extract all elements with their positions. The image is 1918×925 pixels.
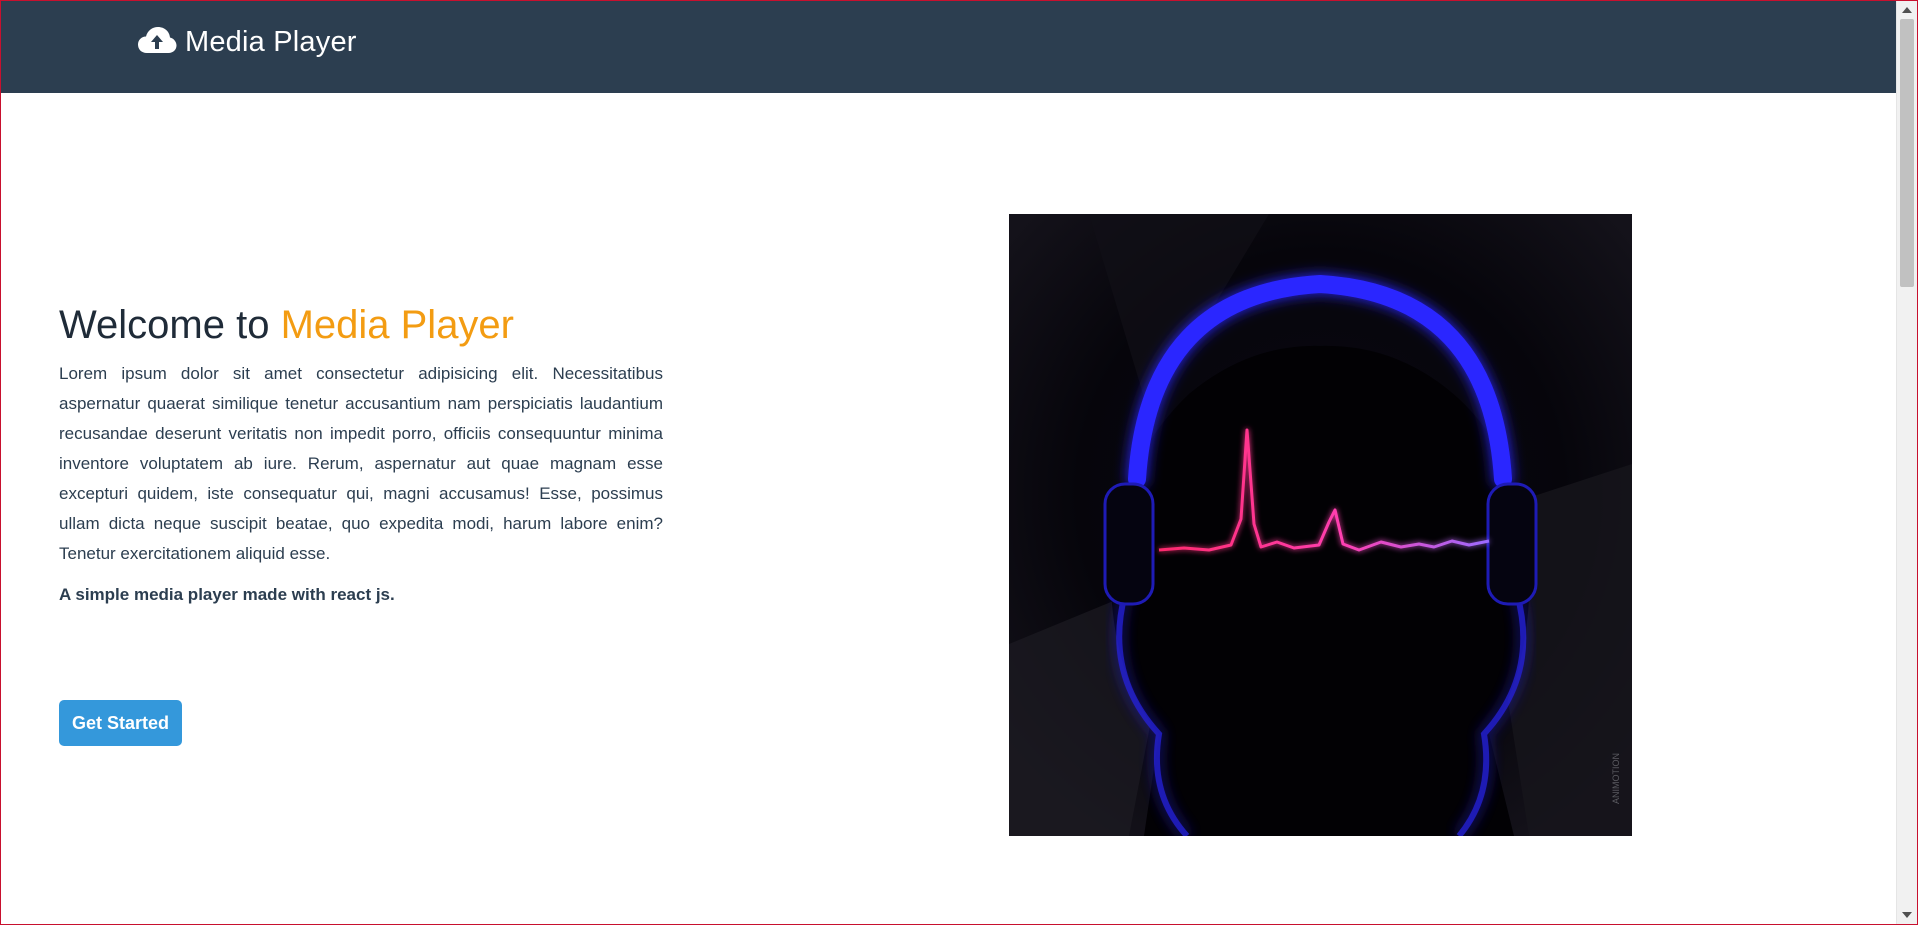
illustration-svg: ANIMOTION [1009, 214, 1632, 836]
get-started-button[interactable]: Get Started [59, 700, 182, 746]
head-silhouette [1111, 345, 1530, 836]
scroll-up-arrow-icon[interactable] [1902, 7, 1912, 13]
hero-content: Welcome to Media Player Lorem ipsum dolo… [59, 297, 663, 605]
page-scrollbar[interactable] [1896, 1, 1917, 924]
hero-title: Welcome to Media Player [59, 297, 663, 353]
hero-tagline: A simple media player made with react js… [59, 585, 395, 604]
scroll-down-arrow-icon[interactable] [1902, 912, 1912, 918]
headphones-heartbeat-illustration: ANIMOTION [1009, 214, 1632, 836]
right-earcup [1486, 482, 1538, 606]
brand-link[interactable]: Media Player [137, 25, 357, 59]
cloud-upload-icon [137, 25, 177, 59]
navbar: Media Player [1, 1, 1898, 93]
hero-title-accent: Media Player [280, 303, 514, 347]
left-earcup [1103, 482, 1155, 606]
brand-title: Media Player [185, 25, 357, 58]
hero-title-prefix: Welcome to [59, 303, 281, 347]
scrollbar-thumb[interactable] [1900, 19, 1914, 287]
hero-description: Lorem ipsum dolor sit amet consectetur a… [59, 364, 663, 563]
illustration-watermark: ANIMOTION [1611, 753, 1621, 804]
